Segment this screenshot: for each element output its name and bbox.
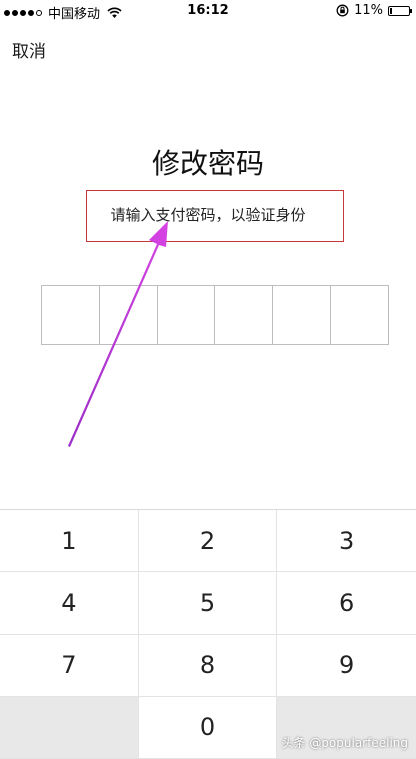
pin-digit-box[interactable] xyxy=(273,286,332,344)
key-4[interactable]: 4 xyxy=(0,572,139,635)
number-keypad: 1 2 3 4 5 6 7 8 9 0 xyxy=(0,509,416,759)
key-1[interactable]: 1 xyxy=(0,510,139,573)
pin-digit-box[interactable] xyxy=(42,286,100,344)
pin-digit-box[interactable] xyxy=(215,286,274,344)
pin-digit-box[interactable] xyxy=(100,286,158,344)
watermark: 头条 @popularfeeling xyxy=(281,736,409,750)
page-title: 修改密码 xyxy=(151,147,264,180)
battery-icon xyxy=(388,5,412,16)
status-bar: 中国移动 16:12 11% xyxy=(0,0,416,22)
key-0[interactable]: 0 xyxy=(138,696,278,759)
key-5[interactable]: 5 xyxy=(138,572,278,635)
rotation-lock-icon xyxy=(336,4,349,17)
battery-percent: 11% xyxy=(354,3,383,18)
key-6[interactable]: 6 xyxy=(277,572,416,635)
password-input[interactable] xyxy=(41,285,389,345)
key-7[interactable]: 7 xyxy=(0,634,139,697)
key-8[interactable]: 8 xyxy=(138,634,278,697)
key-3[interactable]: 3 xyxy=(277,510,416,573)
key-9[interactable]: 9 xyxy=(277,634,416,697)
key-2[interactable]: 2 xyxy=(138,510,278,573)
key-blank xyxy=(0,696,139,759)
cancel-button[interactable]: 取消 xyxy=(12,37,46,62)
instruction-text: 请输入支付密码，以验证身份 xyxy=(110,206,306,224)
pin-digit-box[interactable] xyxy=(158,286,216,344)
battery-level xyxy=(390,7,392,14)
status-bar-right: 11% xyxy=(336,3,412,18)
pin-digit-box[interactable] xyxy=(331,286,388,344)
